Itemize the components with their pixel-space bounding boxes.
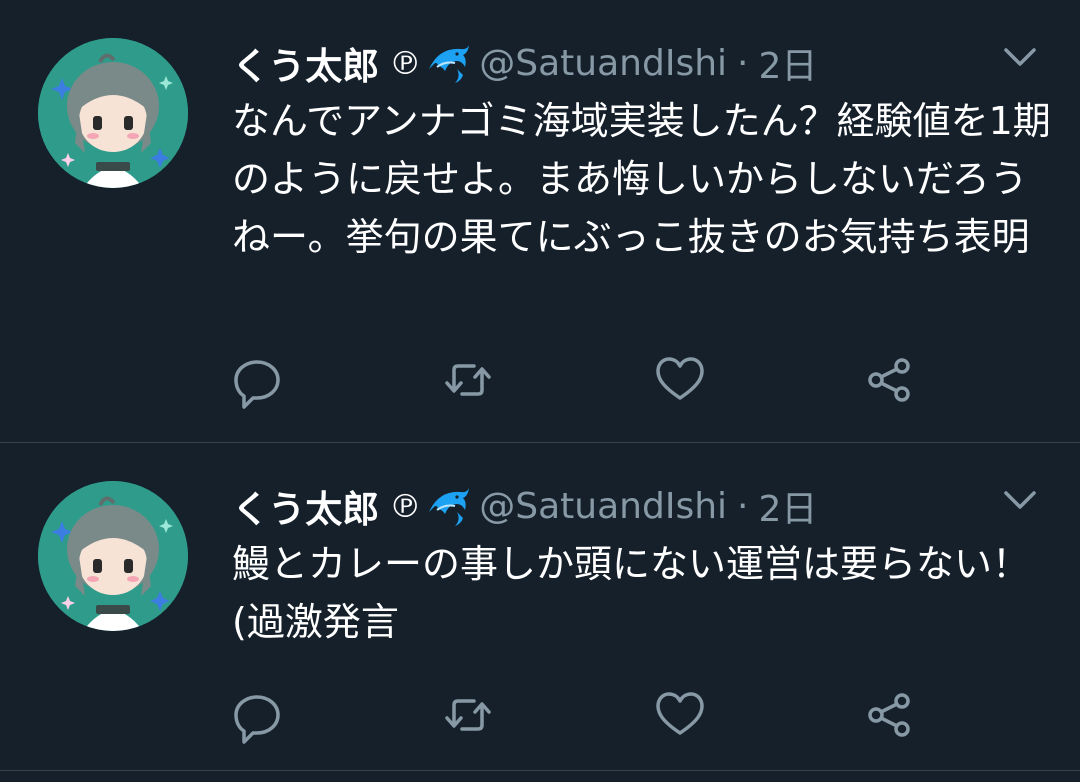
dolphin-icon [429, 488, 470, 526]
retweet-button[interactable] [438, 350, 498, 410]
reply-button[interactable] [227, 685, 287, 745]
tweet[interactable]: くう太郎 ℗ @SatuandIshi · 2日 なんでアンナゴミ海域実装したん… [0, 0, 1080, 442]
retweet-icon [445, 699, 491, 731]
tweet-header: くう太郎 ℗ @SatuandIshi · 2日 [232, 479, 817, 533]
separator-dot: · [737, 485, 749, 527]
avatar[interactable] [38, 38, 188, 188]
like-button[interactable] [650, 350, 710, 410]
retweet-button[interactable] [438, 685, 498, 745]
display-name[interactable]: くう太郎 [232, 36, 379, 90]
avatar[interactable] [38, 481, 188, 631]
user-handle[interactable]: @SatuandIshi [479, 486, 727, 527]
timestamp[interactable]: 2日 [758, 480, 817, 532]
reply-icon [234, 695, 280, 744]
timeline: くう太郎 ℗ @SatuandIshi · 2日 なんでアンナゴミ海域実装したん… [0, 0, 1080, 782]
user-handle[interactable]: @SatuandIshi [479, 43, 727, 84]
dolphin-icon [429, 45, 470, 83]
share-button[interactable] [860, 350, 920, 410]
share-icon [868, 358, 910, 402]
name-badge: ℗ [389, 44, 422, 82]
like-icon [656, 357, 704, 400]
name-badge: ℗ [389, 487, 422, 525]
reply-button[interactable] [227, 350, 287, 410]
divider [0, 770, 1080, 771]
tweet-text: 鰻とカレーの事しか頭にない運営は要らない！(過激発言 [232, 542, 1031, 644]
share-button[interactable] [860, 685, 920, 745]
tweet-header: くう太郎 ℗ @SatuandIshi · 2日 [232, 36, 817, 90]
tweet-actions [0, 350, 1080, 410]
like-icon [656, 692, 704, 735]
like-button[interactable] [650, 685, 710, 745]
chevron-down-icon[interactable] [1000, 42, 1040, 72]
tweet-actions [0, 685, 1080, 745]
timestamp[interactable]: 2日 [758, 37, 817, 89]
reply-icon [234, 360, 280, 409]
retweet-icon [445, 364, 491, 396]
separator-dot: · [737, 42, 749, 84]
display-name[interactable]: くう太郎 [232, 479, 379, 533]
share-icon [868, 693, 910, 737]
tweet-text: なんでアンナゴミ海域実装したん？経験値を1期のように戻せよ。まあ悔しいからしない… [232, 99, 1051, 259]
chevron-down-icon[interactable] [1000, 485, 1040, 515]
tweet[interactable]: くう太郎 ℗ @SatuandIshi · 2日 鰻とカレーの事しか頭にない運営… [0, 443, 1080, 782]
